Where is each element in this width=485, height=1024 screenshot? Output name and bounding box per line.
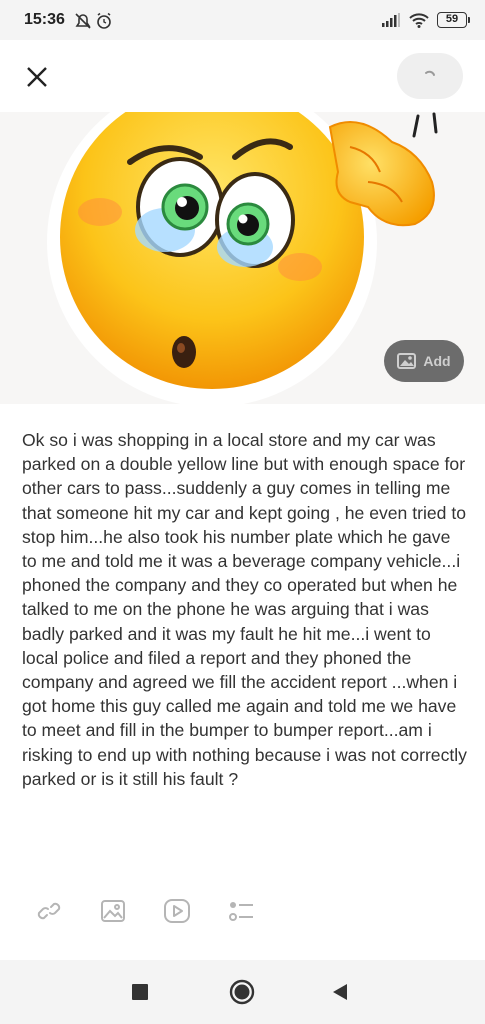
system-nav-bar	[0, 960, 485, 1024]
post-button[interactable]	[397, 53, 463, 99]
post-body-text[interactable]: Ok so i was shopping in a local store an…	[22, 428, 467, 791]
list-icon[interactable]	[226, 896, 256, 926]
status-left-icons	[74, 12, 114, 35]
top-bar	[0, 40, 485, 112]
image-add-icon	[397, 353, 417, 369]
add-button-label: Add	[423, 353, 451, 369]
image-icon[interactable]	[98, 896, 128, 926]
battery-icon: 59	[437, 12, 470, 28]
circle-icon	[229, 979, 255, 1005]
formatting-toolbar	[0, 890, 485, 934]
loading-icon	[425, 70, 435, 76]
video-icon[interactable]	[162, 896, 192, 926]
square-icon	[132, 984, 148, 1000]
status-time: 15:36	[24, 11, 65, 28]
triangle-back-icon	[333, 984, 347, 1000]
link-icon[interactable]	[34, 896, 64, 926]
recents-button[interactable]	[131, 983, 149, 1006]
close-icon[interactable]	[22, 62, 52, 92]
back-button[interactable]	[330, 982, 350, 1007]
status-bar: 15:36 59	[0, 0, 485, 40]
signal-icon	[382, 13, 400, 27]
add-image-button[interactable]: Add	[384, 340, 464, 382]
home-button[interactable]	[229, 979, 255, 1010]
do-not-disturb-icon	[75, 13, 91, 29]
wifi-icon	[409, 12, 429, 28]
status-right-icons: 59	[381, 12, 470, 28]
alarm-icon	[97, 12, 111, 29]
